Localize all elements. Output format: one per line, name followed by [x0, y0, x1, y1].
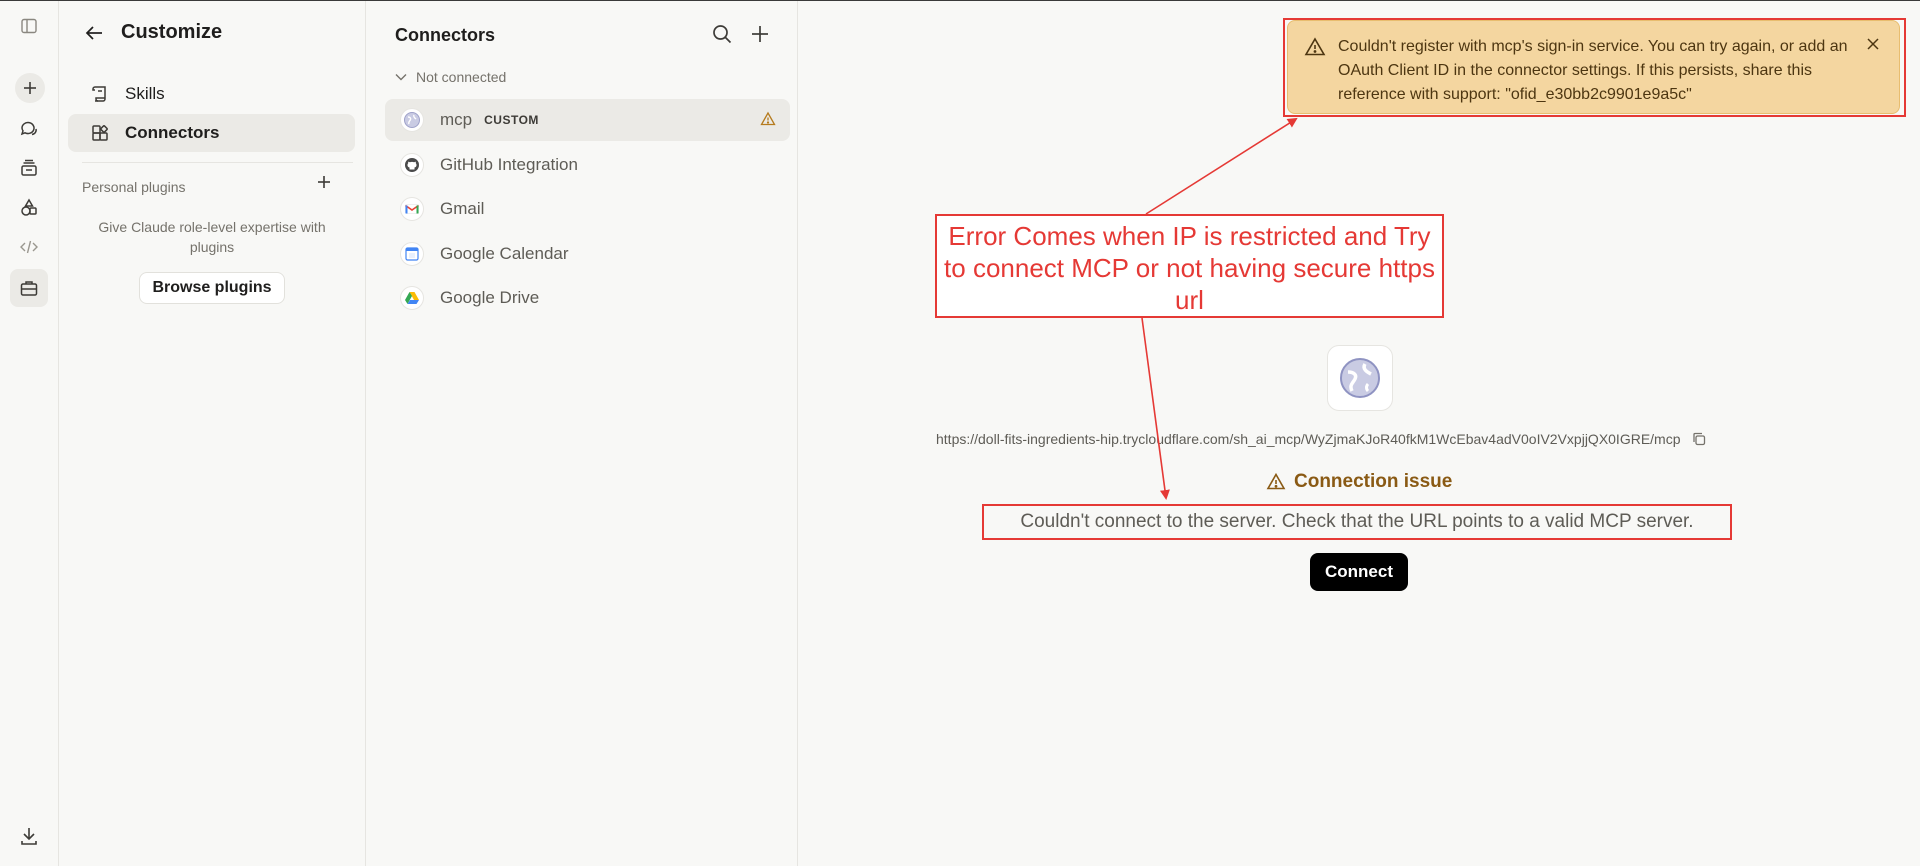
warning-icon: [1266, 472, 1286, 492]
warning-icon: [1304, 36, 1326, 58]
artifacts-button[interactable]: [10, 189, 48, 227]
icon-rail: [0, 1, 59, 866]
plus-icon: [316, 174, 338, 190]
connector-item-mcp[interactable]: mcp CUSTOM: [385, 99, 790, 141]
gmail-icon: [400, 197, 424, 221]
chats-button[interactable]: [10, 110, 48, 148]
code-icon: [19, 237, 39, 257]
connection-error-message: Couldn't connect to the server. Check th…: [982, 504, 1732, 540]
close-icon[interactable]: [1865, 36, 1881, 52]
add-connector-button[interactable]: [749, 23, 771, 45]
drive-icon: [400, 286, 424, 310]
back-arrow-icon[interactable]: [83, 22, 105, 44]
plus-icon: [749, 23, 771, 45]
toast-message: Couldn't register with mcp's sign-in ser…: [1338, 38, 1848, 103]
issue-title: Connection issue: [1294, 471, 1453, 492]
connectors-title: Connectors: [395, 25, 496, 45]
personal-plugins-label: Personal plugins: [82, 179, 186, 195]
annotation-note: Error Comes when IP is restricted and Tr…: [935, 214, 1444, 318]
new-chat-button[interactable]: [15, 73, 45, 103]
server-url: https://doll-fits-ingredients-hip.tryclo…: [936, 431, 1681, 447]
code-button[interactable]: [10, 228, 48, 266]
stack-icon: [19, 158, 39, 178]
grid-icon: [90, 123, 110, 143]
download-icon: [18, 825, 40, 847]
customize-panel: Customize Skills Connectors Personal plu…: [59, 1, 366, 866]
arrow-to-toast: [1145, 117, 1298, 215]
page-title: Customize: [121, 21, 223, 43]
browse-plugins-button[interactable]: Browse plugins: [139, 272, 285, 304]
error-toast: Couldn't register with mcp's sign-in ser…: [1287, 20, 1900, 114]
nav-item-skills[interactable]: Skills: [68, 75, 355, 113]
plugins-description: Give Claude role-level expertise with pl…: [98, 219, 326, 255]
connector-detail: Couldn't register with mcp's sign-in ser…: [799, 1, 1920, 866]
github-icon: [400, 153, 424, 177]
server-url-row: https://doll-fits-ingredients-hip.tryclo…: [936, 431, 1707, 447]
connector-name: Google Drive: [440, 288, 540, 307]
connector-item-google-drive[interactable]: Google Drive: [385, 277, 790, 319]
projects-button[interactable]: [10, 149, 48, 187]
connector-item-gmail[interactable]: Gmail: [385, 188, 790, 230]
connector-name: mcp: [440, 110, 473, 129]
chat-bubbles-icon: [19, 119, 39, 139]
search-icon: [711, 23, 733, 45]
customize-header: Customize: [83, 21, 222, 44]
globe-icon: [400, 108, 424, 132]
sidebar-icon: [20, 17, 38, 35]
plus-icon: [22, 80, 38, 96]
calendar-icon: [400, 242, 424, 266]
briefcase-icon: [19, 278, 39, 298]
arrow-to-error: [1141, 317, 1170, 500]
copy-icon[interactable]: [1691, 431, 1707, 447]
connector-item-google-calendar[interactable]: Google Calendar: [385, 233, 790, 275]
add-plugin-button[interactable]: [316, 174, 338, 196]
connector-name: Gmail: [440, 199, 485, 218]
nav-item-label: Skills: [125, 84, 165, 103]
connector-item-github[interactable]: GitHub Integration: [385, 144, 790, 186]
connection-issue-heading: Connection issue: [1266, 471, 1452, 493]
divider: [82, 162, 353, 163]
connect-button[interactable]: Connect: [1310, 553, 1408, 591]
scroll-icon: [90, 84, 110, 104]
nav-item-connectors[interactable]: Connectors: [68, 114, 355, 152]
chevron-down-icon: [394, 70, 408, 84]
nav-item-label: Connectors: [125, 123, 220, 142]
connector-name: GitHub Integration: [440, 155, 578, 174]
not-connected-group-toggle[interactable]: Not connected: [394, 69, 506, 85]
sidebar-toggle-button[interactable]: [10, 7, 48, 45]
customize-button[interactable]: [10, 269, 48, 307]
connectors-panel: Connectors Not connected mcp CUSTOM GitH…: [366, 1, 798, 866]
globe-icon: [1338, 356, 1382, 400]
warning-icon: [760, 111, 776, 127]
shapes-icon: [19, 198, 39, 218]
group-label: Not connected: [416, 69, 507, 85]
connector-name: Google Calendar: [440, 244, 569, 263]
search-connectors-button[interactable]: [711, 23, 733, 45]
custom-badge: CUSTOM: [484, 113, 539, 127]
download-button[interactable]: [18, 825, 40, 847]
connector-logo-tile: [1327, 345, 1393, 411]
